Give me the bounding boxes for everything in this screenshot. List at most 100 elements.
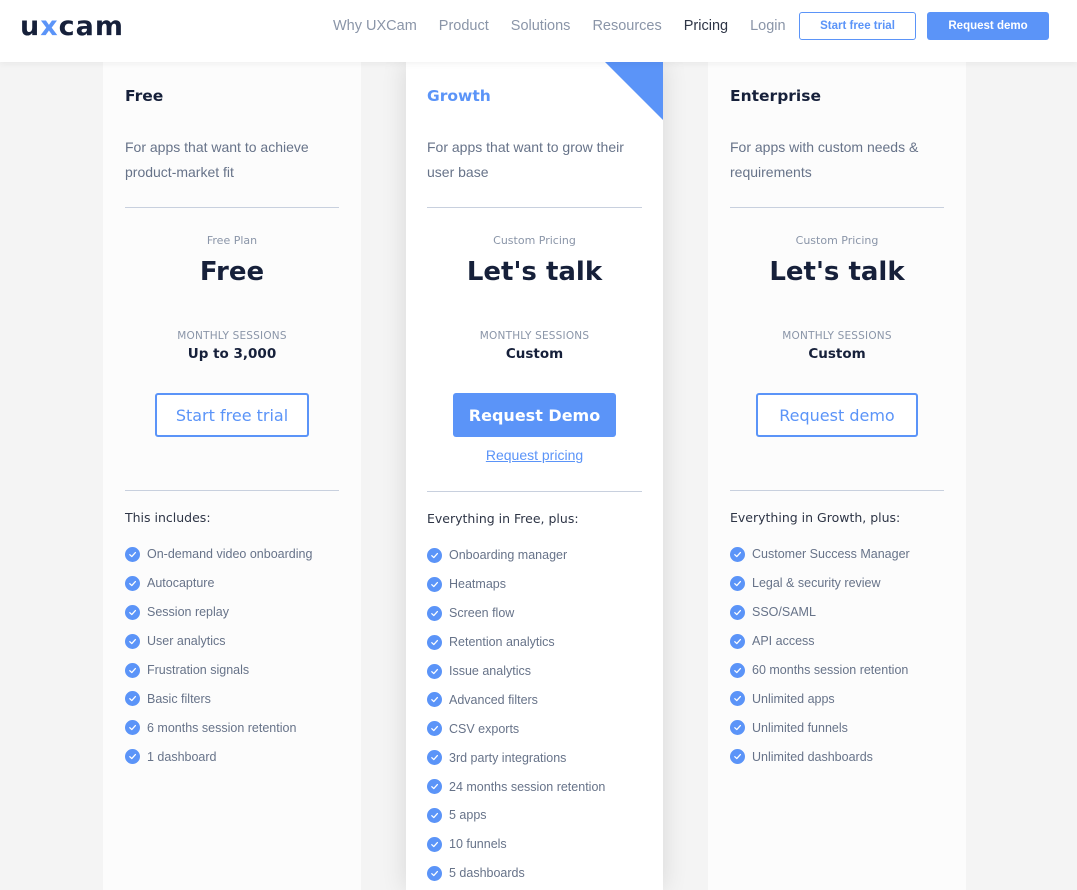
plan-card-enterprise: Enterprise For apps with custom needs & … [708, 62, 966, 890]
feature-item: User analytics [125, 627, 312, 656]
price-label: Free Plan [206, 234, 258, 247]
request-pricing-link[interactable]: Request pricing [486, 447, 583, 463]
check-circle-icon [427, 750, 442, 766]
nav-product[interactable]: Product [439, 18, 489, 34]
feature-text: SSO/SAML [752, 605, 816, 620]
includes-title: Everything in Growth, plus: [730, 510, 901, 525]
check-circle-icon [730, 633, 745, 649]
plan-name: Growth [427, 87, 491, 105]
check-circle-icon [730, 575, 745, 591]
feature-list: Onboarding manager Heatmaps Screen flow Ret… [427, 541, 605, 888]
request-pricing-link-wrap: Request pricing [406, 447, 663, 465]
feature-list: On-demand video onboarding Autocapture Ses… [125, 540, 312, 771]
feature-item: Screen flow [427, 599, 605, 628]
start-free-trial-button[interactable]: Start free trial [155, 393, 309, 437]
feature-text: User analytics [147, 634, 226, 649]
divider [730, 490, 944, 491]
plan-name: Free [125, 87, 164, 105]
check-circle-icon [427, 634, 442, 650]
price-label: Custom Pricing [493, 234, 576, 247]
price: Let's talk [769, 257, 905, 287]
feature-text: Retention analytics [449, 635, 555, 650]
feature-text: 3rd party integrations [449, 750, 567, 765]
check-circle-icon [730, 546, 745, 562]
featured-corner-ribbon [605, 62, 663, 120]
feature-item: 60 months session retention [730, 656, 910, 685]
plan-card-free: Free For apps that want to achieve produ… [103, 62, 361, 890]
check-circle-icon [125, 633, 140, 649]
feature-text: 5 dashboards [449, 866, 525, 881]
plan-description: For apps that want to grow their user ba… [427, 139, 624, 180]
request-demo-button[interactable]: Request demo [756, 393, 918, 437]
main-nav: Why UXCam Product Solutions Resources Pr… [333, 18, 808, 34]
feature-item: Legal & security review [730, 569, 910, 598]
nav-solutions[interactable]: Solutions [511, 18, 571, 34]
feature-text: API access [752, 634, 815, 649]
header-request-demo-button[interactable]: Request demo [927, 12, 1049, 40]
feature-text: Issue analytics [449, 664, 531, 678]
feature-item: Customer Success Manager [730, 540, 910, 569]
feature-item: API access [730, 627, 910, 656]
sessions-value: Custom [808, 346, 866, 362]
check-circle-icon [427, 865, 442, 881]
site-header: uxcam Why UXCam Product Solutions Resour… [0, 0, 1077, 62]
divider [427, 207, 642, 208]
logo-text: uxcam [20, 10, 125, 42]
feature-text: 6 months session retention [147, 720, 297, 735]
feature-item: Autocapture [125, 569, 312, 598]
nav-why-uxcam[interactable]: Why UXCam [333, 18, 417, 34]
check-circle-icon [427, 547, 442, 563]
uxcam-logo[interactable]: uxcam [20, 10, 125, 42]
check-circle-icon [427, 663, 442, 679]
price: Free [199, 257, 265, 287]
check-circle-icon [427, 605, 442, 621]
feature-text: Unlimited funnels [752, 720, 848, 735]
divider [427, 491, 642, 492]
nav-login[interactable]: Login [750, 18, 785, 34]
feature-text: Unlimited dashboards [752, 749, 873, 764]
check-circle-icon [730, 662, 745, 678]
feature-text: On-demand video onboarding [147, 547, 313, 562]
feature-item: 5 dashboards [427, 859, 605, 888]
feature-item: SSO/SAML [730, 598, 910, 627]
check-circle-icon [125, 575, 140, 591]
plan-description: For apps that want to achieve product-ma… [125, 139, 309, 180]
feature-text: Unlimited apps [752, 691, 835, 706]
check-circle-icon [730, 749, 745, 765]
price: Let's talk [466, 257, 603, 287]
feature-text: Basic filters [147, 691, 211, 706]
feature-text: Session replay [147, 605, 229, 620]
feature-text: 1 dashboard [147, 749, 217, 764]
divider [730, 207, 944, 208]
check-circle-icon [427, 836, 442, 852]
feature-text: 5 apps [449, 808, 487, 823]
feature-text: 60 months session retention [752, 663, 909, 677]
check-circle-icon [125, 662, 140, 678]
check-circle-icon [730, 720, 745, 736]
check-circle-icon [730, 691, 745, 707]
feature-item: 3rd party integrations [427, 743, 605, 772]
sessions-label: MONTHLY SESSIONS [479, 330, 590, 342]
nav-resources[interactable]: Resources [592, 18, 661, 34]
feature-item: 5 apps [427, 801, 605, 830]
divider [125, 490, 339, 491]
feature-item: 1 dashboard [125, 742, 312, 771]
feature-item: 24 months session retention [427, 772, 605, 801]
plan-description: For apps with custom needs & requirement… [730, 139, 919, 180]
request-demo-button[interactable]: Request Demo [453, 393, 616, 437]
feature-text: Advanced filters [449, 692, 538, 707]
feature-list: Customer Success Manager Legal & security… [730, 540, 910, 771]
plan-name: Enterprise [730, 87, 821, 105]
sessions-value: Custom [505, 346, 564, 362]
feature-item: Unlimited funnels [730, 713, 910, 742]
check-circle-icon [125, 604, 140, 620]
feature-text: Onboarding manager [449, 548, 568, 563]
nav-pricing[interactable]: Pricing [684, 18, 728, 34]
feature-item: Heatmaps [427, 570, 605, 599]
feature-item: Frustration signals [125, 656, 312, 685]
check-circle-icon [125, 546, 140, 562]
includes-title: Everything in Free, plus: [427, 511, 579, 526]
check-circle-icon [427, 692, 442, 708]
feature-item: On-demand video onboarding [125, 540, 312, 569]
header-start-free-trial-button[interactable]: Start free trial [799, 12, 916, 40]
